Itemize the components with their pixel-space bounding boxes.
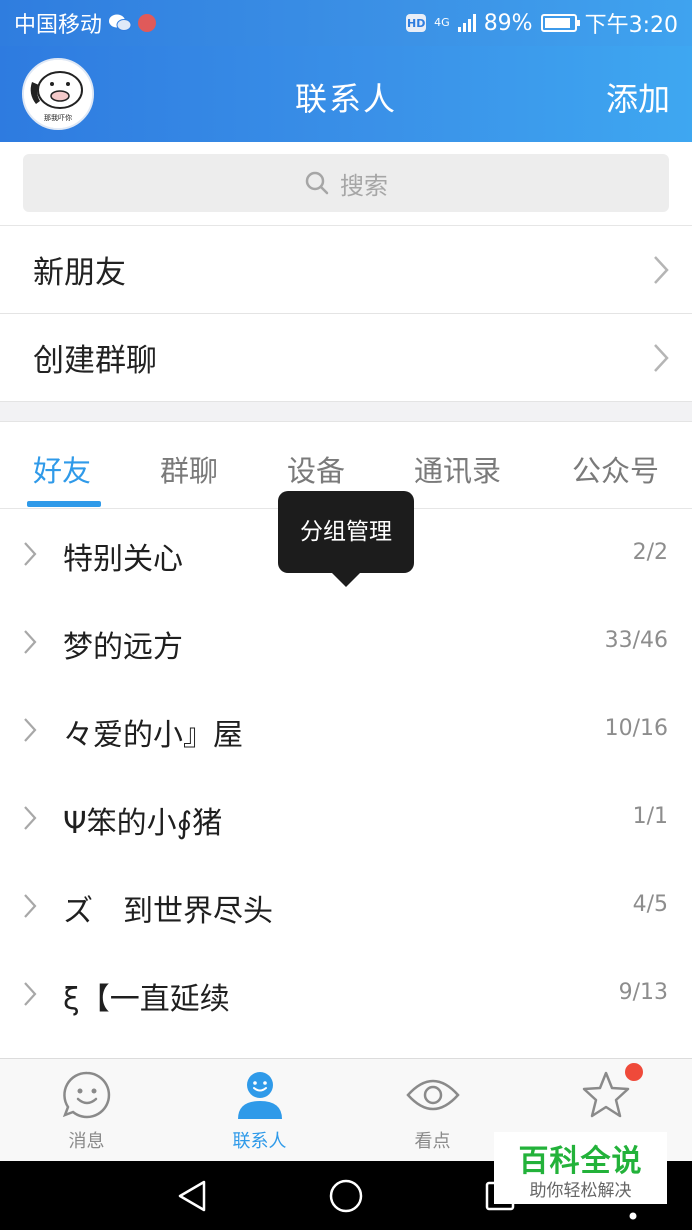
group-row[interactable]: Ψ笨的小∮猪 1/1: [0, 774, 692, 862]
group-name: 特别关心: [63, 542, 183, 577]
nav-messages[interactable]: 消息: [0, 1059, 173, 1162]
active-tab-indicator: [27, 501, 101, 507]
notification-dot: [625, 1063, 643, 1081]
search-bar: 搜索: [0, 142, 692, 226]
app-header: 那我吓你 联系人 添加: [0, 46, 692, 142]
tab-friends[interactable]: 好友: [33, 448, 91, 490]
new-friends-row[interactable]: 新朋友: [0, 226, 692, 314]
page-title: 联系人: [294, 80, 397, 118]
menu-dot-icon[interactable]: [628, 1211, 638, 1221]
chevron-right-icon: [24, 542, 37, 566]
watermark-logo: 百科全说 助你轻松解决: [494, 1132, 667, 1204]
tab-address-book[interactable]: 通讯录: [414, 448, 501, 490]
chevron-right-icon: [24, 630, 37, 654]
group-row[interactable]: ズ 到世界尽头 4/5: [0, 862, 692, 950]
search-placeholder: 搜索: [340, 171, 388, 200]
status-bar: 中国移动 HD 4G 89% 下午3:20: [0, 0, 692, 46]
star-icon: [582, 1071, 629, 1118]
group-row[interactable]: 々爱的小』屋 10/16: [0, 686, 692, 774]
chevron-right-icon: [24, 894, 37, 918]
group-name: Ψ笨的小∮猪: [63, 806, 223, 841]
group-name: ξ【一直延续: [63, 982, 230, 1017]
chevron-right-icon: [24, 806, 37, 830]
tab-official-accounts[interactable]: 公众号: [572, 448, 659, 490]
add-button[interactable]: 添加: [606, 74, 670, 120]
watermark-main-text: 百科全说: [518, 1144, 643, 1179]
tab-group-chats[interactable]: 群聊: [160, 448, 218, 490]
contacts-screen: 中国移动 HD 4G 89% 下午3:20 那我吓你 联系人 添加 搜索 新朋友…: [0, 0, 692, 1230]
group-row[interactable]: 梦的远方 33/46: [0, 598, 692, 686]
chevron-right-icon: [654, 256, 669, 284]
smiley-icon: [62, 1071, 110, 1119]
nav-contacts[interactable]: 联系人: [173, 1059, 346, 1162]
watermark-sub-text: 助你轻松解决: [529, 1181, 632, 1201]
chevron-right-icon: [654, 344, 669, 372]
chevron-right-icon: [24, 718, 37, 742]
chevron-right-icon: [24, 982, 37, 1006]
battery-percent: 89%: [483, 10, 533, 36]
new-friends-label: 新朋友: [33, 255, 126, 291]
home-icon[interactable]: [328, 1178, 364, 1214]
eye-icon: [405, 1079, 460, 1111]
app-notification-icon: [138, 14, 157, 32]
group-name: 梦的远方: [63, 630, 183, 665]
search-input[interactable]: 搜索: [23, 154, 669, 212]
create-group-chat-row[interactable]: 创建群聊: [0, 314, 692, 402]
network-type: 4G: [434, 16, 450, 29]
group-name: ズ 到世界尽头: [63, 894, 273, 929]
battery-icon: [540, 14, 580, 32]
group-count: 1/1: [632, 804, 668, 829]
create-group-chat-label: 创建群聊: [33, 343, 157, 379]
group-count: 9/13: [618, 980, 668, 1005]
hd-icon: HD: [406, 14, 427, 32]
status-left: 中国移动: [14, 7, 157, 39]
group-count: 2/2: [632, 540, 668, 565]
carrier-name: 中国移动: [14, 13, 103, 38]
wechat-notification-icon: [109, 14, 132, 31]
contact-person-icon: [237, 1072, 282, 1119]
group-name: 々爱的小』屋: [63, 718, 243, 753]
clock: 下午3:20: [584, 13, 678, 38]
group-row[interactable]: ξ【一直延续 9/13: [0, 950, 692, 1038]
group-count: 4/5: [632, 892, 668, 917]
section-divider: [0, 402, 692, 422]
group-count: 10/16: [604, 716, 668, 741]
nav-contacts-label: 联系人: [232, 1131, 287, 1152]
nav-messages-label: 消息: [68, 1131, 105, 1152]
tab-devices[interactable]: 设备: [287, 448, 345, 490]
search-icon: [305, 171, 329, 195]
group-count: 33/46: [604, 628, 668, 653]
signal-icon: [457, 14, 476, 32]
status-right: HD 4G 89% 下午3:20: [406, 7, 678, 39]
back-icon[interactable]: [176, 1179, 208, 1213]
group-management-tooltip[interactable]: 分组管理: [278, 491, 414, 587]
